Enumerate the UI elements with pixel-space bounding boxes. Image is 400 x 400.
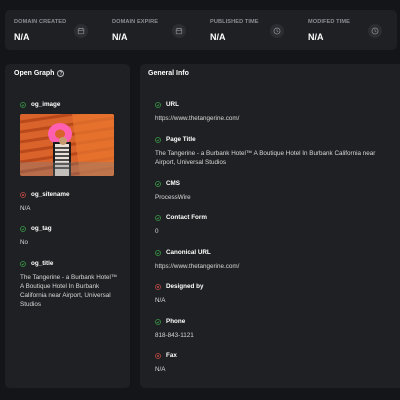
field-name-text: CMS: [166, 180, 180, 187]
stat-domain-created: DOMAIN CREATED N/A: [5, 10, 103, 50]
field-name: Designed by: [155, 283, 203, 290]
field-value: No: [20, 239, 29, 246]
field-value: The Tangerine - a Burbank Hotel™ A Bouti…: [155, 150, 376, 166]
field-value: N/A: [155, 366, 166, 373]
field-name: Page Title: [155, 136, 390, 143]
check-circle-icon: [155, 180, 161, 187]
calendar-icon: [74, 24, 88, 38]
field-name: og_tag: [20, 225, 52, 232]
field-value: The Tangerine - a Burbank Hotel™ A Bouti…: [20, 274, 118, 308]
clock-icon: [270, 24, 284, 38]
help-icon[interactable]: ?: [57, 70, 65, 77]
field-value: 0: [155, 228, 159, 235]
general-info-panel: General Info URL https://www.thetangerin…: [140, 64, 400, 388]
stat-label: PUBLISHED TIME: [210, 19, 259, 25]
field-name: og_image: [20, 101, 114, 108]
field-name-text: Fax: [166, 352, 177, 359]
calendar-icon: [172, 24, 186, 38]
field-value[interactable]: https://www.thetangerine.com/: [155, 262, 239, 271]
x-circle-icon: [155, 352, 161, 359]
phone-field: Phone 818-843-1121: [155, 318, 194, 340]
check-circle-icon: [155, 101, 161, 108]
x-circle-icon: [155, 283, 161, 290]
field-name-text: Designed by: [166, 283, 204, 290]
field-name: Phone: [155, 318, 194, 325]
og-tag-field: og_tag No: [20, 225, 52, 247]
designed-by-field: Designed by N/A: [155, 283, 203, 305]
field-name-text: URL: [166, 101, 179, 108]
field-value: N/A: [20, 205, 31, 212]
fax-field: Fax N/A: [155, 352, 177, 374]
open-graph-panel: Open Graph ? og_image og_sitename N/A og…: [5, 64, 130, 388]
field-value: 818-843-1121: [155, 332, 194, 339]
og-title-field: og_title The Tangerine - a Burbank Hotel…: [20, 260, 120, 309]
stat-value: N/A: [308, 32, 324, 42]
field-value: N/A: [155, 297, 166, 304]
og-image-thumbnail: [20, 114, 114, 176]
stat-published-time: PUBLISHED TIME N/A: [201, 10, 299, 50]
field-name: og_sitename: [20, 191, 70, 198]
field-name-text: Phone: [166, 318, 186, 325]
stat-value: N/A: [210, 32, 226, 42]
og-image-preview[interactable]: [20, 114, 114, 176]
panel-title-text: Open Graph: [14, 70, 55, 77]
canonical-url-field: Canonical URL https://www.thetangerine.c…: [155, 249, 239, 271]
og-sitename-field: og_sitename N/A: [20, 191, 70, 213]
contact-form-field: Contact Form 0: [155, 214, 207, 236]
field-name: Canonical URL: [155, 249, 239, 256]
page-title-field: Page Title The Tangerine - a Burbank Hot…: [155, 136, 390, 167]
field-name: Contact Form: [155, 214, 207, 221]
check-circle-icon: [20, 260, 26, 267]
field-name-text: Contact Form: [166, 214, 207, 221]
stat-domain-expire: DOMAIN EXPIRE N/A: [103, 10, 201, 50]
check-circle-icon: [155, 318, 161, 325]
check-circle-icon: [155, 136, 161, 143]
field-name: URL: [155, 101, 239, 108]
field-value: ProcessWire: [155, 194, 191, 201]
field-name-text: og_image: [31, 101, 61, 108]
field-name: CMS: [155, 180, 191, 187]
field-name-text: Canonical URL: [166, 249, 211, 256]
stat-modified-time: MODIFED TIME N/A: [299, 10, 397, 50]
x-circle-icon: [20, 191, 26, 198]
cms-field: CMS ProcessWire: [155, 180, 191, 202]
general-info-title: General Info: [148, 70, 189, 77]
url-field: URL https://www.thetangerine.com/: [155, 101, 239, 123]
field-name: og_title: [20, 260, 120, 267]
check-circle-icon: [20, 101, 26, 108]
field-name-text: og_title: [31, 260, 54, 267]
stat-label: DOMAIN EXPIRE: [112, 19, 159, 25]
stat-value: N/A: [14, 32, 30, 42]
check-circle-icon: [155, 249, 161, 256]
field-name: Fax: [155, 352, 177, 359]
check-circle-icon: [20, 225, 26, 232]
check-circle-icon: [155, 214, 161, 221]
field-value[interactable]: https://www.thetangerine.com/: [155, 114, 239, 123]
stat-label: MODIFED TIME: [308, 19, 350, 25]
clock-icon: [368, 24, 382, 38]
panel-title-text: General Info: [148, 70, 189, 77]
og-image-field: og_image: [20, 101, 114, 176]
field-name-text: Page Title: [166, 136, 196, 143]
open-graph-title: Open Graph ?: [14, 70, 65, 77]
field-name-text: og_tag: [31, 225, 52, 232]
stat-value: N/A: [112, 32, 128, 42]
domain-stats-bar: DOMAIN CREATED N/A DOMAIN EXPIRE N/A PUB…: [5, 10, 397, 50]
field-name-text: og_sitename: [31, 191, 70, 198]
stat-label: DOMAIN CREATED: [14, 19, 67, 25]
